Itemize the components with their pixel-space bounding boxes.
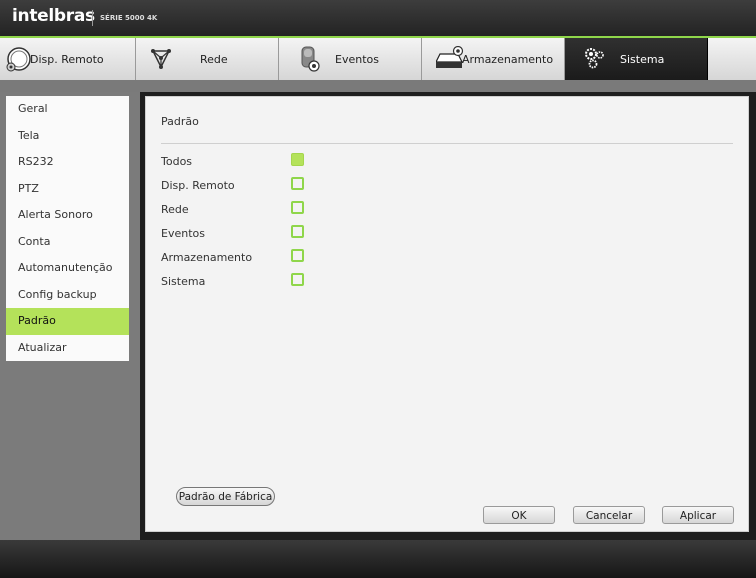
gears-icon xyxy=(583,46,607,73)
sidebar-item-config-backup[interactable]: Config backup xyxy=(6,282,129,309)
sidebar-item-ptz[interactable]: PTZ xyxy=(6,176,129,203)
sidebar-item-geral[interactable]: Geral xyxy=(6,96,129,123)
checkbox-sistema[interactable] xyxy=(291,273,304,286)
main-tab-bar: Disp. Remoto Rede Eventos Armazenamento … xyxy=(0,36,756,80)
series-label: SÉRIE 5000 4K xyxy=(100,14,158,22)
logo-divider xyxy=(92,10,93,26)
sidebar-menu: Geral Tela RS232 PTZ Alerta Sonoro Conta… xyxy=(6,96,129,361)
tab-system[interactable]: Sistema xyxy=(565,38,708,80)
sidebar-item-atualizar[interactable]: Atualizar xyxy=(6,335,129,362)
tab-events[interactable]: Eventos xyxy=(279,38,422,80)
checkbox-disp-remoto[interactable] xyxy=(291,177,304,190)
remote-device-icon xyxy=(6,46,32,75)
option-label-eventos: Eventos xyxy=(161,227,205,240)
checkbox-armazenamento[interactable] xyxy=(291,249,304,262)
header-divider-strip xyxy=(0,80,756,92)
option-label-todos: Todos xyxy=(161,155,193,168)
sidebar-item-padrao[interactable]: Padrão xyxy=(6,308,129,335)
sidebar-item-rs232[interactable]: RS232 xyxy=(6,149,129,176)
ok-button[interactable]: OK xyxy=(483,506,555,524)
checkbox-todos[interactable] xyxy=(291,153,304,166)
checkbox-rede[interactable] xyxy=(291,201,304,214)
apply-button[interactable]: Aplicar xyxy=(662,506,734,524)
title-divider xyxy=(161,143,733,144)
sidebar-item-automanutencao[interactable]: Automanutenção xyxy=(6,255,129,282)
sidebar-item-tela[interactable]: Tela xyxy=(6,123,129,150)
tab-remote-device[interactable]: Disp. Remoto xyxy=(0,38,136,80)
storage-icon xyxy=(435,45,464,73)
brand-bar: intelbras SÉRIE 5000 4K xyxy=(0,0,756,36)
sidebar-item-conta[interactable]: Conta xyxy=(6,229,129,256)
page-title: Padrão xyxy=(161,115,199,128)
option-label-disp-remoto: Disp. Remoto xyxy=(161,179,235,192)
cancel-button[interactable]: Cancelar xyxy=(573,506,645,524)
tab-label: Sistema xyxy=(620,52,665,66)
content-panel: Padrão Todos Disp. Remoto Rede Eventos A… xyxy=(145,96,749,532)
option-label-rede: Rede xyxy=(161,203,189,216)
tab-label: Disp. Remoto xyxy=(30,52,104,66)
tab-storage[interactable]: Armazenamento xyxy=(422,38,565,80)
sidebar-item-alerta-sonoro[interactable]: Alerta Sonoro xyxy=(6,202,129,229)
option-label-armazenamento: Armazenamento xyxy=(161,251,253,264)
tab-label: Eventos xyxy=(335,52,379,66)
events-icon xyxy=(299,45,321,76)
intelbras-logo: intelbras xyxy=(12,6,95,26)
tab-label: Armazenamento xyxy=(462,52,554,66)
factory-default-button[interactable]: Padrão de Fábrica xyxy=(176,487,275,506)
tab-label: Rede xyxy=(200,52,228,66)
bottom-bar xyxy=(0,540,756,578)
network-icon xyxy=(150,48,172,73)
option-label-sistema: Sistema xyxy=(161,275,206,288)
checkbox-eventos[interactable] xyxy=(291,225,304,238)
tab-network[interactable]: Rede xyxy=(136,38,279,80)
